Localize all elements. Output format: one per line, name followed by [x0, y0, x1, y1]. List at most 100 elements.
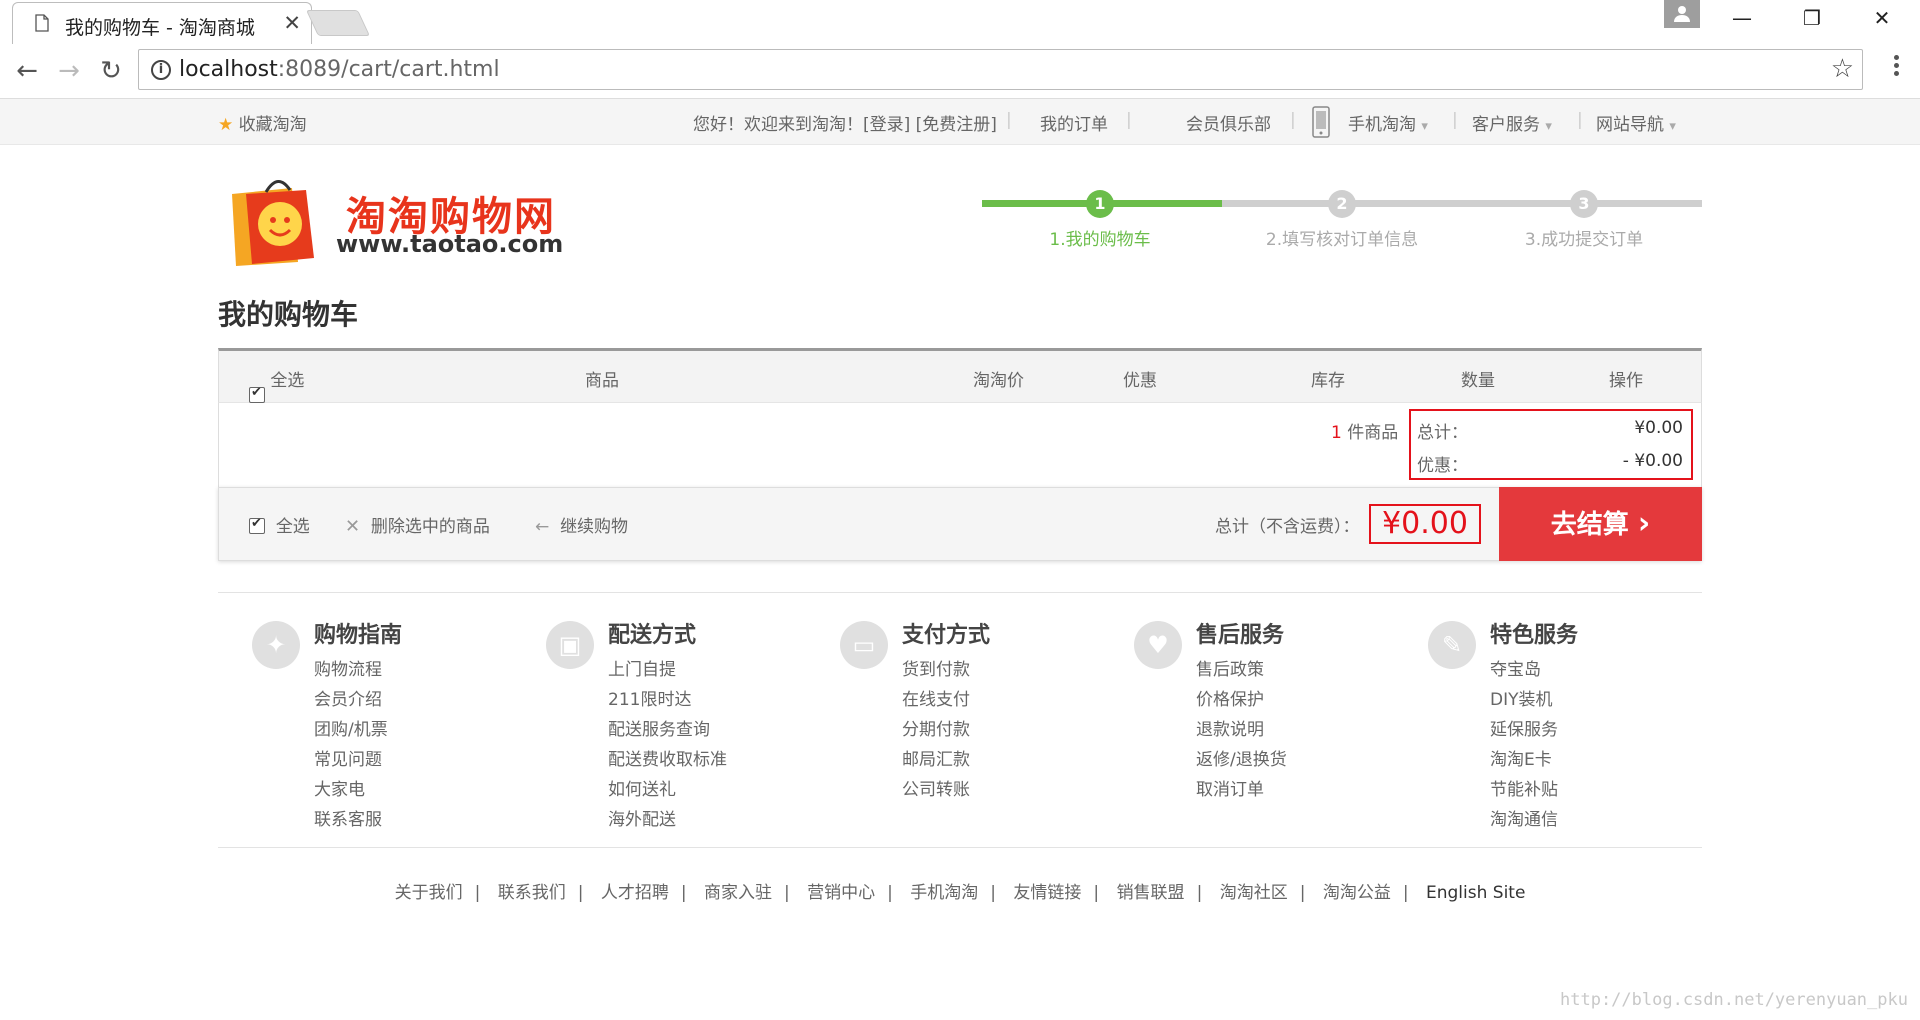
separator: | [1290, 110, 1296, 130]
new-tab-button[interactable] [305, 10, 371, 36]
footer-col-title: 配送方式 [608, 623, 697, 648]
separator: | [1126, 110, 1132, 130]
bus-icon: ▣ [546, 621, 594, 669]
footer-link[interactable]: 大家电 [314, 775, 365, 800]
footer-link[interactable]: 淘淘通信 [1490, 805, 1558, 830]
col-price: 淘淘价 [973, 371, 1024, 391]
footer-link[interactable]: 如何送礼 [608, 775, 676, 800]
browser-menu-icon[interactable] [1886, 52, 1906, 82]
profile-icon[interactable] [1664, 0, 1700, 28]
site-topbar: ★ 收藏淘淘 您好！欢迎来到淘淘！[登录] [免费注册] | 我的订单 | 会员… [0, 99, 1920, 145]
delete-selected-button[interactable]: ✕ 删除选中的商品 [345, 512, 490, 537]
bottom-link[interactable]: 营销中心 [807, 883, 875, 903]
restore-button[interactable]: ❐ [1792, 6, 1832, 30]
reload-icon[interactable]: ↻ [96, 56, 126, 86]
page-icon [35, 14, 49, 32]
footer-link[interactable]: 团购/机票 [314, 715, 388, 740]
back-arrow-icon[interactable]: ← [12, 56, 42, 86]
address-bar[interactable]: i localhost:8089/cart/cart.html ☆ [138, 49, 1863, 90]
footer-link[interactable]: 价格保护 [1196, 685, 1264, 710]
cart-summary-row: 1 件商品 总计： ¥0.00 优惠： - ¥0.00 [218, 403, 1702, 487]
site-nav-link[interactable]: 网站导航 ▾ [1596, 110, 1676, 135]
footer-link[interactable]: 节能补贴 [1490, 775, 1558, 800]
watermark: http://blog.csdn.net/yerenyuan_pku [1560, 990, 1908, 1010]
mobile-link[interactable]: 手机淘淘 ▾ [1348, 110, 1428, 135]
arrow-left-icon: ← [535, 517, 550, 537]
browser-toolbar: ← → ↻ i localhost:8089/cart/cart.html ☆ [0, 44, 1920, 99]
browser-tabstrip: 我的购物车 - 淘淘商城 ✕ — ❐ ✕ [0, 0, 1920, 44]
bottom-link[interactable]: 商家入驻 [704, 883, 772, 903]
item-count: 1 件商品 [1331, 423, 1399, 443]
footer-link[interactable]: 配送服务查询 [608, 715, 710, 740]
footer-link[interactable]: 返修/退换货 [1196, 745, 1287, 770]
checkout-button[interactable]: 去结算 › [1499, 487, 1702, 561]
step-remaining-line [1222, 200, 1702, 207]
footer-link[interactable]: 夺宝岛 [1490, 655, 1541, 680]
footer-link[interactable]: 取消订单 [1196, 775, 1264, 800]
member-club-link[interactable]: 会员俱乐部 [1186, 110, 1271, 135]
bottom-link[interactable]: 淘淘公益 [1323, 883, 1391, 903]
select-all-checkbox[interactable] [249, 385, 265, 403]
chevron-right-icon: › [1637, 506, 1651, 541]
bookmark-star-icon[interactable]: ☆ [1831, 54, 1854, 84]
footer-link[interactable]: 退款说明 [1196, 715, 1264, 740]
browser-tab[interactable]: 我的购物车 - 淘淘商城 ✕ [12, 2, 312, 44]
select-all-header[interactable]: 全选 [249, 366, 304, 403]
step-2-label: 2.填写核对订单信息 [1265, 230, 1419, 250]
footer-link[interactable]: 上门自提 [608, 655, 676, 680]
footer-link[interactable]: 常见问题 [314, 745, 382, 770]
tab-close-icon[interactable]: ✕ [283, 11, 301, 35]
star-icon: ★ [218, 115, 234, 135]
shopping-bag-icon [232, 180, 314, 266]
close-window-button[interactable]: ✕ [1862, 6, 1902, 30]
separator: | [1452, 110, 1458, 130]
bottom-link[interactable]: English Site [1426, 883, 1525, 903]
bottom-link[interactable]: 关于我们 [395, 883, 463, 903]
footer-select-all-checkbox[interactable] [249, 516, 265, 534]
forward-arrow-icon[interactable]: → [54, 56, 84, 86]
bottom-link[interactable]: 人才招聘 [601, 883, 669, 903]
col-product: 商品 [585, 371, 619, 391]
bottom-link[interactable]: 联系我们 [498, 883, 566, 903]
logo-url: www.taotao.com [336, 230, 564, 258]
bottom-link[interactable]: 手机淘淘 [910, 883, 978, 903]
col-discount: 优惠 [1123, 371, 1157, 391]
footer-select-all[interactable]: 全选 [249, 512, 310, 537]
info-icon[interactable]: i [151, 60, 171, 80]
footer-link[interactable]: 分期付款 [902, 715, 970, 740]
separator: | [1006, 110, 1012, 130]
close-icon: ✕ [345, 516, 361, 537]
footer-link[interactable]: DIY装机 [1490, 685, 1553, 710]
minimize-button[interactable]: — [1722, 6, 1762, 30]
footer-link[interactable]: 211限时达 [608, 685, 691, 710]
footer-link[interactable]: 延保服务 [1490, 715, 1558, 740]
footer-link[interactable]: 配送费收取标准 [608, 745, 727, 770]
heart-icon: ♥ [1134, 621, 1182, 669]
footer-link[interactable]: 公司转账 [902, 775, 970, 800]
footer-link[interactable]: 会员介绍 [314, 685, 382, 710]
footer-link[interactable]: 售后政策 [1196, 655, 1264, 680]
favorite-link[interactable]: ★ 收藏淘淘 [218, 110, 307, 135]
my-orders-link[interactable]: 我的订单 [1040, 110, 1108, 135]
bottom-link[interactable]: 友情链接 [1013, 883, 1081, 903]
footer-link[interactable]: 邮局汇款 [902, 745, 970, 770]
footer-link[interactable]: 联系客服 [314, 805, 382, 830]
step-3-label: 3.成功提交订单 [1524, 230, 1644, 250]
footer-link[interactable]: 货到付款 [902, 655, 970, 680]
chevron-down-icon: ▾ [1421, 119, 1428, 134]
site-logo[interactable]: 淘淘购物网 www.taotao.com [222, 172, 602, 272]
customer-service-link[interactable]: 客户服务 ▾ [1472, 110, 1552, 135]
summary-total: 总计： ¥0.00 [1417, 418, 1683, 443]
tab-title: 我的购物车 - 淘淘商城 [65, 17, 255, 39]
footer-link[interactable]: 海外配送 [608, 805, 676, 830]
bottom-link[interactable]: 销售联盟 [1117, 883, 1185, 903]
bottom-link[interactable]: 淘淘社区 [1220, 883, 1288, 903]
chevron-down-icon: ▾ [1669, 119, 1676, 134]
welcome-login-text[interactable]: 您好！欢迎来到淘淘！[登录] [免费注册] [693, 110, 997, 135]
step-2-dot: 2 [1328, 190, 1356, 218]
step-1-label: 1.我的购物车 [1049, 230, 1151, 250]
footer-link[interactable]: 购物流程 [314, 655, 382, 680]
footer-link[interactable]: 淘淘E卡 [1490, 745, 1552, 770]
footer-link[interactable]: 在线支付 [902, 685, 970, 710]
continue-shopping-button[interactable]: ← 继续购物 [535, 512, 628, 537]
